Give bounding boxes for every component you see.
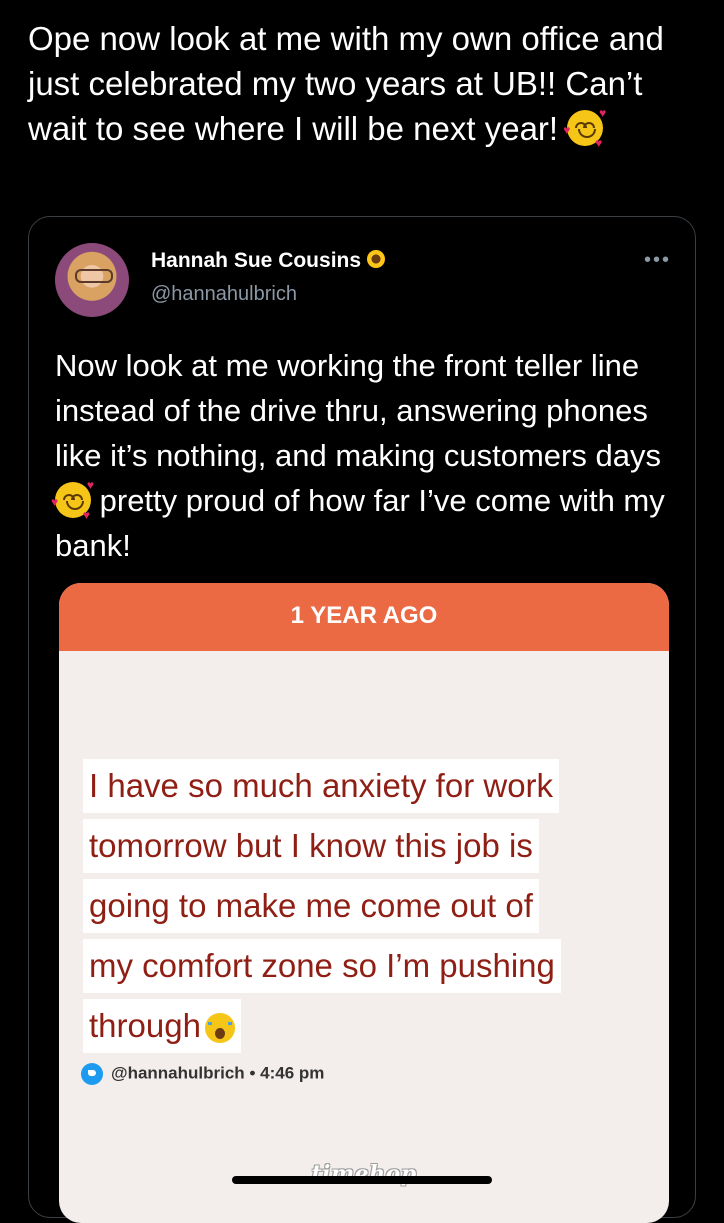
timehop-memory-image[interactable]: 1 YEAR AGO I have so much anxiety for wo… <box>59 583 669 1223</box>
smiling-face-with-hearts-icon: ♥ ♥ ♥ <box>563 106 607 151</box>
loudly-crying-face-icon <box>204 1013 235 1044</box>
quoted-text-part2: pretty proud of how far I’ve come with m… <box>55 483 665 563</box>
home-indicator[interactable] <box>232 1176 492 1184</box>
source-handle: @hannahulbrich <box>111 1063 245 1083</box>
avatar[interactable] <box>55 243 129 317</box>
memory-line: my comfort zone so I’m pushing <box>83 939 561 993</box>
memory-line: I have so much anxiety for work <box>83 759 560 813</box>
source-separator: • <box>249 1063 256 1083</box>
more-options-icon[interactable]: ••• <box>644 250 671 270</box>
sunflower-icon <box>367 250 386 269</box>
tweet-text: Ope now look at me with my own office an… <box>28 16 708 151</box>
author-handle[interactable]: @hannahulbrich <box>151 283 297 306</box>
source-time: 4:46 pm <box>260 1063 325 1083</box>
memory-text: I have so much anxiety for work tomorrow… <box>83 759 653 1059</box>
memory-line: tomorrow but I know this job is <box>83 819 539 873</box>
author-name[interactable]: Hannah Sue Cousins <box>151 249 386 273</box>
twitter-bird-icon <box>81 1063 103 1085</box>
quoted-tweet-card[interactable]: Hannah Sue Cousins @hannahulbrich ••• No… <box>28 216 696 1223</box>
memory-line: going to make me come out of <box>83 879 539 933</box>
memory-line-last-text: through <box>89 1007 201 1044</box>
author-name-text: Hannah Sue Cousins <box>151 249 362 272</box>
memory-line-last: through <box>83 999 241 1053</box>
timehop-banner: 1 YEAR AGO <box>59 583 669 651</box>
quoted-text-part1: Now look at me working the front teller … <box>55 348 661 473</box>
memory-source: @hannahulbrich • 4:46 pm <box>81 1063 324 1085</box>
smiling-face-with-hearts-icon: ♥ ♥ ♥ <box>51 477 94 522</box>
quoted-tweet-text: Now look at me working the front teller … <box>51 343 675 568</box>
